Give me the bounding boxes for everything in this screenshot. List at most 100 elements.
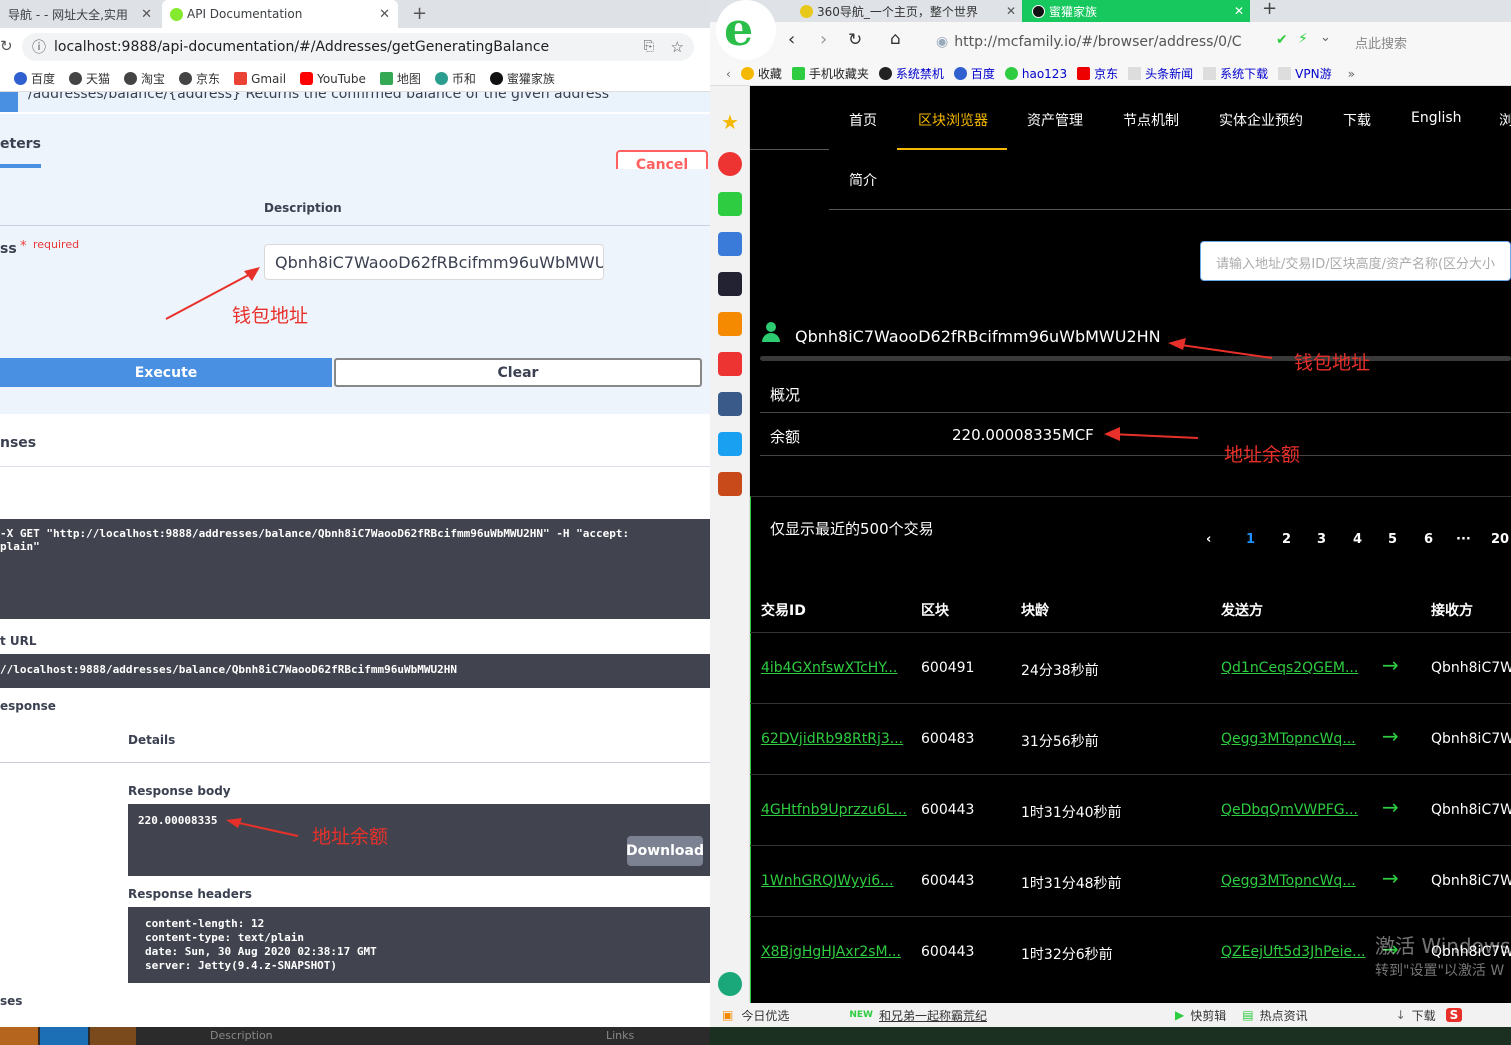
menu-intro[interactable]: 简介 (849, 170, 877, 190)
menu-node-mechanism[interactable]: 节点机制 (1123, 110, 1179, 130)
bookmark-taobao[interactable]: 淘宝 (124, 70, 165, 87)
column-header: 发送方 (1221, 603, 1263, 619)
taskbar-item[interactable] (90, 1027, 136, 1045)
reload-icon[interactable]: ↻ (848, 30, 862, 50)
tab-navigation[interactable]: 导航 - - 网址大全,实用 ✕ (0, 0, 160, 28)
search-box[interactable]: 点此搜索 (1355, 33, 1407, 52)
shield-icon[interactable]: ✔ (1276, 32, 1288, 48)
sender-link[interactable]: Qegg3MTopncWq... (1221, 731, 1356, 747)
status-download[interactable]: 下载 (1412, 1007, 1436, 1024)
weibo-icon[interactable] (718, 152, 742, 176)
bookmark-gmail[interactable]: Gmail (234, 72, 286, 86)
360-browser-logo[interactable]: e (716, 0, 776, 60)
tx-id-link[interactable]: 4GHtfnb9Uprzzu6L... (761, 802, 907, 818)
mail-icon[interactable] (718, 192, 742, 216)
new-tab-icon[interactable]: + (1262, 0, 1277, 19)
url-input[interactable]: ⓘ localhost:9888/api-documentation/#/Addr… (22, 33, 694, 61)
taskbar-item[interactable] (0, 1027, 38, 1045)
reload-icon[interactable]: ↻ (0, 37, 13, 55)
menu-enterprise-booking[interactable]: 实体企业预约 (1219, 110, 1303, 130)
add-icon[interactable] (718, 972, 742, 996)
close-icon[interactable]: ✕ (1234, 4, 1244, 18)
forward-icon[interactable]: › (820, 29, 827, 50)
pagination-page[interactable]: 6 (1424, 532, 1433, 547)
bookmark-tmall[interactable]: 天猫 (69, 70, 110, 87)
news-icon[interactable] (718, 272, 742, 296)
fav-item[interactable]: 京东 (1077, 65, 1118, 82)
pagination-page[interactable]: 1 (1246, 532, 1255, 547)
close-icon[interactable]: ✕ (141, 7, 152, 22)
menu-more[interactable]: 浏 (1499, 110, 1511, 130)
menu-block-explorer[interactable]: 区块浏览器 (918, 110, 988, 130)
left-browser-window: 导航 - - 网址大全,实用 ✕ API Documentation ✕ + ↻ ⓘ… (0, 0, 710, 1045)
star-icon[interactable]: ★ (718, 110, 742, 134)
execute-button[interactable]: Execute (0, 358, 332, 387)
tx-id-link[interactable]: 62DVjidRb98RtRj3... (761, 731, 903, 747)
game-icon[interactable] (718, 392, 742, 416)
sender-link[interactable]: QZEejUft5d3JhPeie... (1221, 944, 1366, 960)
tab-api-documentation[interactable]: API Documentation ✕ (162, 0, 398, 28)
tab-360-navigation[interactable]: 360导航_一个主页，整个世界 ✕ (792, 0, 1020, 22)
lightning-icon[interactable]: ⚡ (1298, 31, 1308, 47)
address-input[interactable]: Qbnh8iC7WaooD62fRBcifmm96uWbMWU2HN (264, 244, 604, 280)
sender-link[interactable]: Qegg3MTopncWq... (1221, 873, 1356, 889)
chevron-left-icon[interactable]: ‹ (726, 67, 731, 81)
sogou-icon[interactable]: S (1445, 1008, 1463, 1022)
close-icon[interactable]: ✕ (1006, 4, 1016, 18)
download-button[interactable]: Download (626, 836, 704, 866)
status-quick-edit[interactable]: 快剪辑 (1190, 1007, 1226, 1024)
pagination-page[interactable]: 4 (1353, 532, 1362, 547)
p-app-icon[interactable] (718, 432, 742, 456)
fav-item[interactable]: 手机收藏夹 (791, 65, 869, 82)
pagination-page[interactable]: 2 (1282, 532, 1291, 547)
bookmark-baidu[interactable]: 百度 (14, 70, 55, 87)
fav-item[interactable]: 头条新闻 (1128, 65, 1193, 82)
menu-asset-management[interactable]: 资产管理 (1027, 110, 1083, 130)
tab-mcfamily[interactable]: 蜜獾家族 ✕ (1022, 0, 1250, 22)
fav-item[interactable]: hao123 (1004, 67, 1067, 81)
url-input[interactable]: ◉ http://mcfamily.io/#/browser/address/0/… (936, 28, 1326, 56)
translate-icon[interactable]: ⎘ (644, 39, 654, 54)
pagination-page[interactable]: 3 (1317, 532, 1326, 547)
pagination-page[interactable]: 20 (1491, 532, 1509, 547)
novel-icon[interactable] (718, 312, 742, 336)
game-icon[interactable] (718, 472, 742, 496)
fav-item[interactable]: 收藏 (740, 65, 782, 82)
sender-link[interactable]: Qd1nCeqs2QGEM... (1221, 660, 1358, 676)
status-ad-link[interactable]: 和兄弟一起称霸荒纪 (879, 1007, 987, 1024)
bookmark-jd[interactable]: 京东 (179, 70, 220, 87)
endpoint-summary[interactable]: /addresses/balance/{address} Returns the… (0, 92, 710, 112)
tx-id-link[interactable]: 1WnhGRQJWyyi6... (761, 873, 894, 889)
menu-english[interactable]: English (1411, 110, 1462, 126)
search-input[interactable]: 请输入地址/交易ID/区块高度/资产名称(区分大小 (1200, 241, 1511, 281)
chevron-down-icon[interactable]: ⌄ (1320, 30, 1331, 45)
more-icon[interactable]: » (1348, 67, 1355, 81)
status-hot-news[interactable]: 热点资讯 (1260, 1007, 1308, 1024)
bookmark-youtube[interactable]: YouTube (300, 72, 366, 86)
close-icon[interactable]: ✕ (379, 7, 390, 22)
xiaohongshu-icon[interactable] (718, 352, 742, 376)
fav-item[interactable]: 百度 (953, 65, 995, 82)
star-icon[interactable]: ☆ (671, 38, 684, 56)
tx-id-link[interactable]: 4ib4GXnfswXTcHY... (761, 660, 897, 676)
parameters-tab[interactable]: eters (0, 136, 41, 152)
bookmark-mcfamily[interactable]: 蜜獾家族 (489, 70, 555, 87)
clear-button[interactable]: Clear (334, 358, 702, 387)
taskbar-item[interactable] (40, 1027, 88, 1045)
tx-id-link[interactable]: X8BjgHgHJAxr2sM... (761, 944, 901, 960)
menu-home[interactable]: 首页 (849, 110, 877, 130)
fav-item[interactable]: 系统禁机 (878, 65, 944, 82)
status-today-picks[interactable]: 今日优选 (741, 1007, 789, 1024)
sender-link[interactable]: QeDbqQmVWPFG... (1221, 802, 1358, 818)
document-icon[interactable] (718, 232, 742, 256)
home-icon[interactable]: ⌂ (890, 29, 901, 49)
menu-download[interactable]: 下载 (1343, 110, 1371, 130)
back-icon[interactable]: ‹ (788, 29, 795, 50)
fav-item[interactable]: 系统下载 (1203, 65, 1268, 82)
pagination-page[interactable]: 5 (1388, 532, 1397, 547)
bookmark-bihe[interactable]: 币和 (434, 70, 476, 87)
new-tab-icon[interactable]: + (412, 3, 427, 24)
bookmark-maps[interactable]: 地图 (379, 70, 421, 87)
pagination-prev[interactable]: ‹ (1206, 532, 1211, 547)
fav-item[interactable]: VPN游 (1278, 65, 1332, 82)
